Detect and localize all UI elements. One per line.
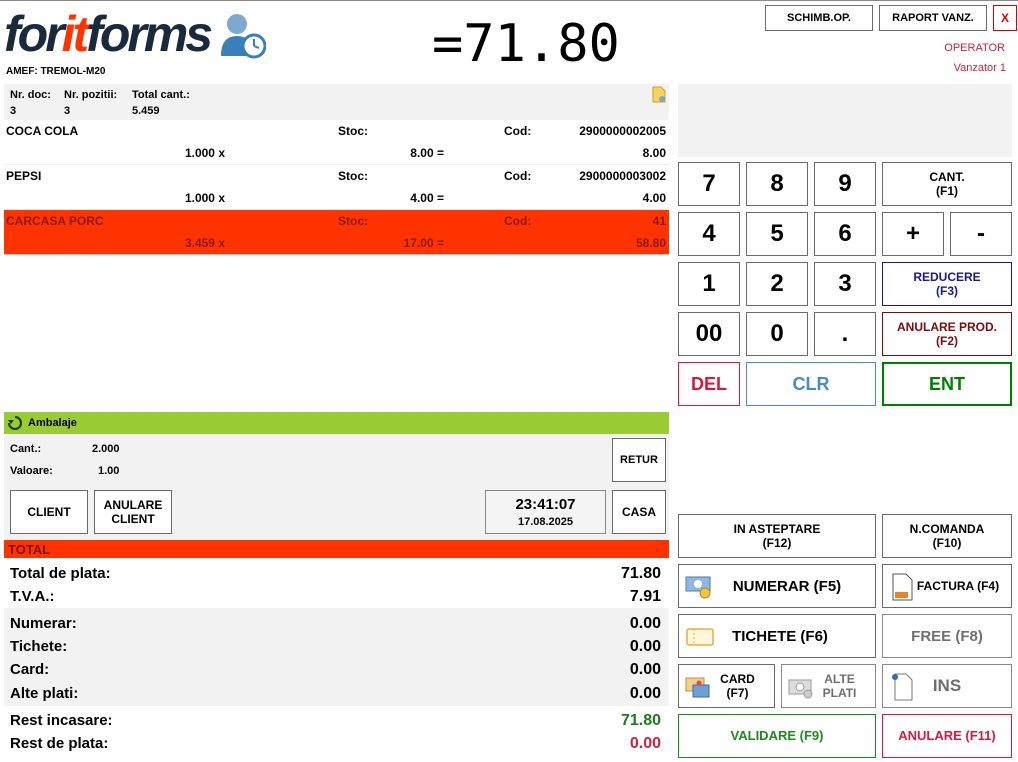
clock-display: 23:41:07 17.08.2025 bbox=[485, 490, 606, 534]
schimb-op-button[interactable]: SCHIMB.OP. bbox=[765, 5, 873, 31]
operator-name: Vanzator 1 bbox=[953, 62, 1006, 74]
key-7[interactable]: 7 bbox=[678, 162, 740, 206]
client-button[interactable]: CLIENT bbox=[10, 490, 88, 534]
tichete-button[interactable]: TICHETE (F6) bbox=[678, 614, 876, 658]
item-row-selected[interactable]: CARCASA PORC Stoc: Cod: 41 3.459 x 17.00… bbox=[4, 210, 669, 254]
key-3[interactable]: 3 bbox=[814, 262, 876, 306]
validare-button[interactable]: VALIDARE (F9) bbox=[678, 714, 876, 758]
alte-plati-button[interactable]: ALTE PLATI bbox=[781, 664, 876, 708]
key-dot[interactable]: . bbox=[814, 312, 876, 356]
key-minus[interactable]: - bbox=[950, 212, 1012, 256]
key-4[interactable]: 4 bbox=[678, 212, 740, 256]
card-icon bbox=[685, 677, 710, 698]
key-6[interactable]: 6 bbox=[814, 212, 876, 256]
info-panel bbox=[678, 84, 1012, 157]
list-divider bbox=[4, 254, 669, 255]
reducere-button[interactable]: REDUCERE (F3) bbox=[882, 262, 1012, 306]
key-5[interactable]: 5 bbox=[746, 212, 808, 256]
in-asteptare-button[interactable]: IN ASTEPTARE (F12) bbox=[678, 514, 876, 558]
display-total: =71.80 bbox=[432, 14, 620, 74]
app-logo: foritforms bbox=[4, 6, 213, 62]
retur-button[interactable]: RETUR bbox=[612, 438, 666, 482]
ticket-icon bbox=[686, 628, 714, 646]
ins-button[interactable]: INS bbox=[882, 664, 1012, 708]
other-payments-icon bbox=[788, 679, 813, 699]
item-row[interactable]: COCA COLA Stoc: Cod: 2900000002005 1.000… bbox=[4, 120, 669, 165]
key-9[interactable]: 9 bbox=[814, 162, 876, 206]
card-button[interactable]: CARD (F7) bbox=[678, 664, 775, 708]
close-button[interactable]: X bbox=[993, 5, 1017, 31]
clr-button[interactable]: CLR bbox=[746, 362, 876, 406]
insert-document-icon bbox=[892, 673, 913, 701]
cant-button[interactable]: CANT. (F1) bbox=[882, 162, 1012, 206]
anulare-button[interactable]: ANULARE (F11) bbox=[882, 714, 1012, 758]
anulare-client-button[interactable]: ANULARE CLIENT bbox=[94, 490, 172, 534]
amef-label: AMEF: TREMOL-M20 bbox=[6, 66, 106, 77]
item-row[interactable]: PEPSI Stoc: Cod: 2900000003002 1.000 x 4… bbox=[4, 165, 669, 210]
key-0[interactable]: 0 bbox=[746, 312, 808, 356]
total-bar: TOTAL bbox=[4, 540, 669, 558]
invoice-icon bbox=[892, 573, 913, 601]
key-1[interactable]: 1 bbox=[678, 262, 740, 306]
operator-label: OPERATOR bbox=[944, 42, 1005, 54]
key-2[interactable]: 2 bbox=[746, 262, 808, 306]
doc-header: Nr. doc: 3 Nr. pozitii: 3 Total cant.: 5… bbox=[4, 84, 669, 120]
free-button[interactable]: FREE (F8) bbox=[882, 614, 1012, 658]
document-icon bbox=[652, 86, 666, 103]
raport-vanz-button[interactable]: RAPORT VANZ. bbox=[879, 5, 987, 31]
anulare-prod-button[interactable]: ANULARE PROD. (F2) bbox=[882, 312, 1012, 356]
n-comanda-button[interactable]: N.COMANDA (F10) bbox=[882, 514, 1012, 558]
ambalaje-bar: Ambalaje bbox=[4, 412, 669, 434]
del-button[interactable]: DEL bbox=[678, 362, 740, 406]
payments-panel bbox=[4, 608, 669, 706]
key-plus[interactable]: + bbox=[882, 212, 944, 256]
ent-button[interactable]: ENT bbox=[882, 362, 1012, 406]
cash-icon bbox=[685, 576, 711, 599]
top-border bbox=[0, 0, 1018, 1]
user-clock-icon bbox=[221, 14, 266, 59]
factura-button[interactable]: FACTURA (F4) bbox=[882, 564, 1012, 608]
key-8[interactable]: 8 bbox=[746, 162, 808, 206]
key-00[interactable]: 00 bbox=[678, 312, 740, 356]
numerar-button[interactable]: NUMERAR (F5) bbox=[678, 564, 876, 608]
casa-button[interactable]: CASA bbox=[612, 490, 666, 534]
recycle-icon bbox=[8, 416, 22, 430]
